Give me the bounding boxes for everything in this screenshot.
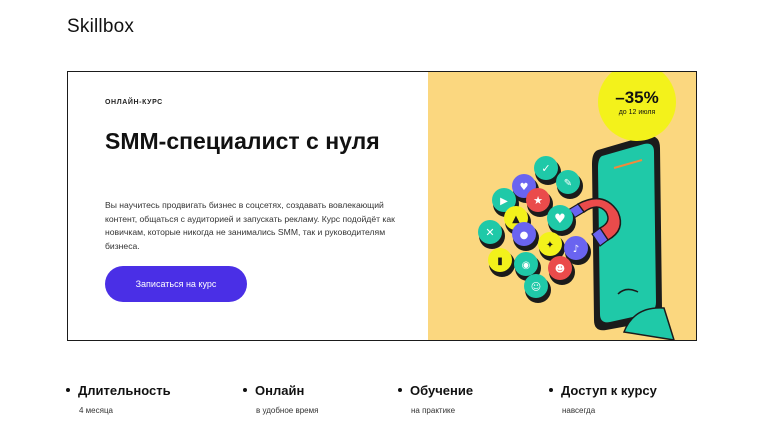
smile-bubble-icon: ☺	[524, 274, 551, 303]
course-description: Вы научитесь продвигать бизнес в соцсетя…	[105, 200, 395, 251]
hero-illustration-panel: ✓ ♥ ✎ ▶ ★ ♥ ▲ ✕ ● ✦ ♪ ▮ ◉ ☺ ☻ –35% до 12…	[428, 72, 696, 340]
feature-access: Доступ к курсу навсегда	[549, 383, 657, 415]
feature-duration: Длительность 4 месяца	[66, 383, 171, 415]
hero-text-panel: ОНЛАЙН-КУРС SMM-специалист с нуля Вы нау…	[68, 72, 428, 340]
svg-text:✕: ✕	[485, 226, 494, 239]
feature-title: Обучение	[410, 383, 474, 398]
svg-text:✎: ✎	[564, 178, 572, 189]
course-title: SMM-специалист с нуля	[105, 128, 380, 154]
feature-subtitle: на практике	[411, 406, 456, 415]
bullet-icon	[66, 387, 70, 392]
course-features: Длительность 4 месяца Онлайн в удобное в…	[0, 383, 768, 423]
feature-practice: Обучение на практике	[398, 383, 473, 415]
svg-text:☻: ☻	[555, 263, 565, 275]
discount-deadline: до 12 июля	[618, 108, 656, 116]
feature-subtitle: навсегда	[562, 406, 596, 415]
feature-title: Доступ к курсу	[561, 383, 657, 398]
feature-title: Длительность	[78, 383, 171, 398]
svg-text:▮: ▮	[497, 256, 503, 267]
svg-text:☺: ☺	[531, 282, 541, 293]
svg-text:♪: ♪	[573, 244, 579, 255]
feature-online: Онлайн в удобное время	[243, 383, 318, 415]
course-type-label: ОНЛАЙН-КУРС	[105, 99, 163, 106]
feature-subtitle: 4 месяца	[79, 406, 113, 415]
discount-percent: –35%	[615, 87, 659, 107]
course-hero-card: ОНЛАЙН-КУРС SMM-специалист с нуля Вы нау…	[67, 71, 697, 341]
pin-bubble-icon: ●	[512, 222, 539, 251]
svg-text:★: ★	[533, 194, 543, 207]
svg-text:✓: ✓	[541, 162, 550, 175]
chart-bubble-icon: ▮	[488, 248, 515, 277]
bullet-icon	[243, 387, 247, 392]
svg-text:●: ●	[520, 230, 529, 241]
svg-text:♥: ♥	[520, 182, 529, 193]
svg-text:✦: ✦	[546, 240, 554, 251]
bullet-icon	[398, 387, 402, 392]
close-bubble-icon: ✕	[478, 220, 505, 249]
svg-text:◉: ◉	[522, 260, 531, 271]
feature-title: Онлайн	[255, 383, 305, 398]
bullet-icon	[549, 387, 553, 392]
enroll-button[interactable]: Записаться на курс	[105, 266, 247, 302]
feature-subtitle: в удобное время	[256, 406, 319, 415]
skillbox-logo[interactable]: Skillbox	[67, 16, 134, 38]
svg-text:▶: ▶	[500, 196, 508, 207]
svg-text:♥: ♥	[554, 212, 566, 227]
chat-bubble-icon: ✎	[556, 170, 583, 199]
